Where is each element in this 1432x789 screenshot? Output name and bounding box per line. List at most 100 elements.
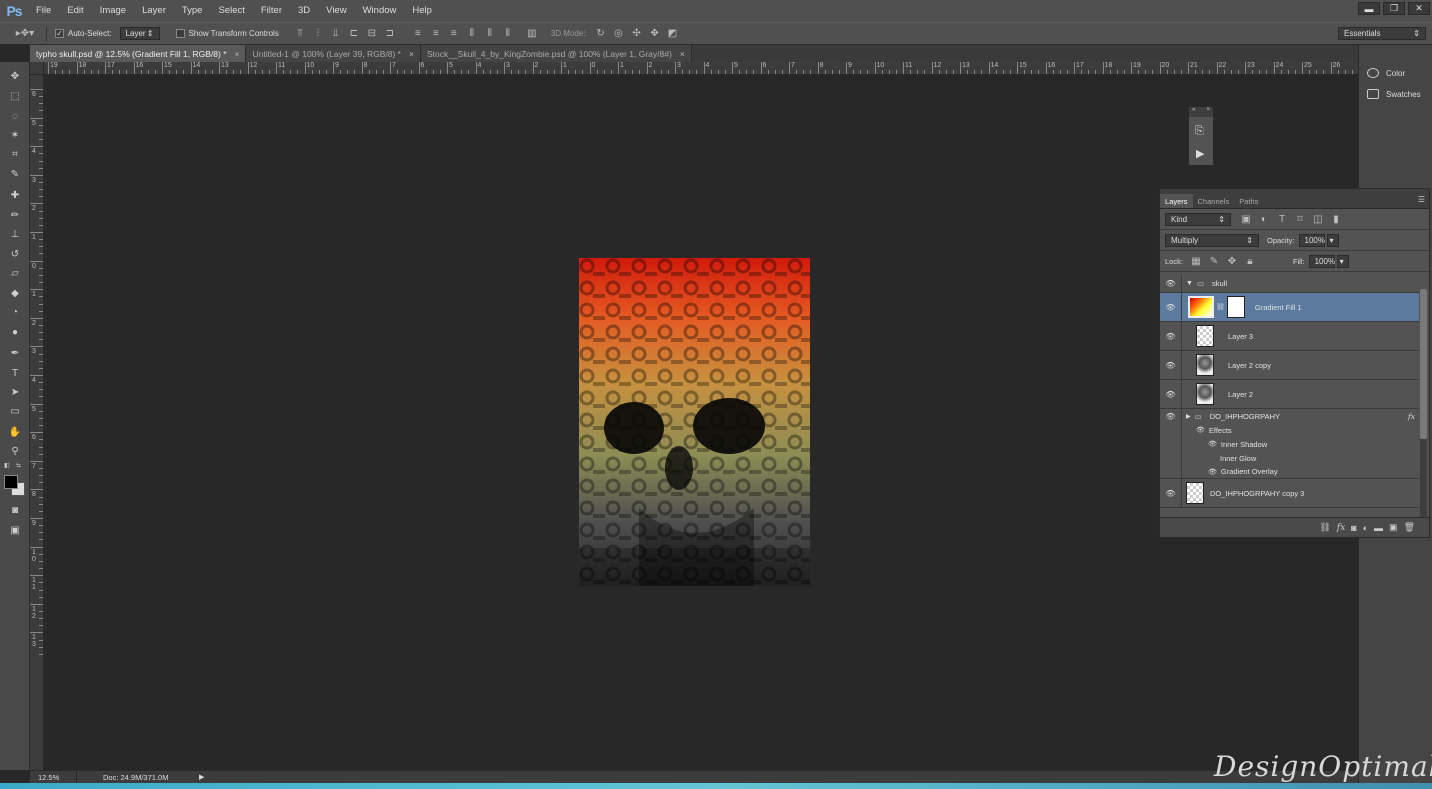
delete-layer-icon[interactable]: 🗑︎ [1404, 522, 1415, 533]
eraser-tool-icon[interactable]: ▱ [6, 265, 24, 281]
zoom-tool-icon[interactable]: ⚲ [6, 443, 24, 459]
distribute-hcenter-icon[interactable]: ⦀ [483, 28, 497, 40]
layer-row-skull[interactable]: 👁︎ ▼ ▭ skull [1160, 275, 1419, 293]
visibility-eye-icon[interactable]: 👁︎ [1160, 409, 1182, 423]
filter-smart-object-icon[interactable]: ◫ [1311, 213, 1325, 225]
tab-typho-skull[interactable]: typho skull.psd @ 12.5% (Gradient Fill 1… [30, 45, 247, 62]
restore-button[interactable]: ❐ [1383, 2, 1405, 15]
menu-help[interactable]: Help [404, 0, 440, 22]
visibility-eye-icon[interactable]: 👁︎ [1160, 293, 1182, 321]
distribute-left-icon[interactable]: ⦀ [465, 28, 479, 40]
add-mask-icon[interactable]: ◙ [1351, 523, 1356, 533]
3d-scale-icon[interactable]: ◩ [666, 28, 680, 40]
layer-row-gradient-fill-1[interactable]: 👁︎ ⛓︎ Gradient Fill 1 [1160, 293, 1419, 322]
filter-kind-dropdown[interactable]: Kind ⇕ [1165, 212, 1231, 226]
menu-edit[interactable]: Edit [59, 0, 91, 22]
collapse-icon[interactable]: » [1192, 107, 1195, 117]
align-vcenter-icon[interactable]: ⫶ [311, 28, 325, 40]
panel-menu-icon[interactable]: ☰ [1418, 195, 1425, 204]
brush-tool-icon[interactable]: ✏ [6, 207, 24, 223]
blur-tool-icon[interactable]: ◔ [6, 304, 24, 320]
workspace-dropdown[interactable]: Essentials ⇕ [1338, 27, 1426, 40]
3d-roll-icon[interactable]: ◎ [612, 28, 626, 40]
layer-row-layer-3[interactable]: 👁︎ Layer 3 [1160, 322, 1419, 351]
menu-3d[interactable]: 3D [290, 0, 318, 22]
zoom-level[interactable]: 12.5% [30, 773, 70, 782]
tab-untitled-1[interactable]: Untitled-1 @ 100% (Layer 39, RGB/8) * × [246, 45, 421, 62]
effect-gradient-overlay[interactable]: 👁︎ Gradient Overlay [1160, 465, 1419, 479]
auto-select-target-dropdown[interactable]: Layer ⇕ [119, 27, 160, 40]
menu-view[interactable]: View [318, 0, 354, 22]
visibility-eye-icon[interactable]: 👁︎ [1160, 351, 1182, 379]
blend-mode-dropdown[interactable]: Multiply ⇕ [1165, 233, 1259, 247]
distribute-vcenter-icon[interactable]: ≡ [429, 28, 443, 40]
show-transform-checkbox[interactable] [175, 29, 185, 38]
close-panel-icon[interactable]: × [1206, 107, 1210, 117]
type-tool-icon[interactable]: T [6, 365, 24, 381]
distribute-top-icon[interactable]: ≡ [411, 28, 425, 40]
align-bottom-icon[interactable]: ⫫ [329, 28, 343, 40]
distribute-right-icon[interactable]: ⦀ [501, 28, 515, 40]
close-tab-icon[interactable]: × [680, 49, 685, 59]
effects-eye-icon[interactable]: 👁︎ [1196, 426, 1205, 434]
visibility-eye-icon[interactable]: 👁︎ [1160, 479, 1182, 507]
fill-slider-arrow-icon[interactable]: ▾ [1336, 254, 1349, 268]
fill-input[interactable]: 100% [1308, 254, 1335, 268]
align-right-icon[interactable]: ⊐ [383, 28, 397, 40]
filter-type-icon[interactable]: T [1275, 213, 1289, 225]
tab-paths[interactable]: Paths [1234, 194, 1263, 208]
menu-window[interactable]: Window [355, 0, 405, 22]
swap-colors-icon[interactable]: ⇆ [16, 462, 26, 469]
lock-position-icon[interactable]: ✥ [1225, 255, 1239, 267]
screen-mode-icon[interactable]: ▣ [6, 522, 24, 538]
layer-row-do-ihphogrpahy-copy-3[interactable]: 👁︎ DO_IHPHOGRPAHY copy 3 [1160, 479, 1419, 508]
layer-row-layer-2-copy[interactable]: 👁︎ Layer 2 copy [1160, 351, 1419, 380]
pen-tool-icon[interactable]: ✒ [6, 345, 24, 361]
tab-stock-skull[interactable]: Stock__Skull_4_by_KingZombie.psd @ 100% … [420, 45, 692, 62]
menu-image[interactable]: Image [92, 0, 134, 22]
foreground-color-swatch[interactable] [4, 475, 18, 489]
history-icon[interactable]: ⎘ [1195, 125, 1204, 138]
auto-align-icon[interactable]: ▥ [525, 28, 539, 40]
menu-filter[interactable]: Filter [253, 0, 290, 22]
new-group-icon[interactable]: ▬ [1374, 523, 1383, 533]
crop-tool-icon[interactable]: ⌗ [6, 146, 24, 162]
scrollbar-thumb[interactable] [1420, 289, 1427, 439]
effect-inner-shadow[interactable]: 👁︎ Inner Shadow [1160, 437, 1419, 451]
expand-arrow-icon[interactable]: ▶ [1186, 413, 1191, 420]
swatches-panel-button[interactable]: Swatches [1367, 86, 1421, 102]
rectangle-tool-icon[interactable]: ▭ [6, 403, 24, 419]
new-layer-icon[interactable]: ▣ [1389, 522, 1398, 533]
eyedropper-tool-icon[interactable]: ✎ [6, 166, 24, 182]
filter-pixel-icon[interactable]: ▣ [1239, 213, 1253, 225]
lock-transparent-icon[interactable]: ▦ [1189, 255, 1203, 267]
path-selection-tool-icon[interactable]: ➤ [6, 384, 24, 400]
color-panel-button[interactable]: Color [1367, 65, 1405, 81]
move-tool-preset-icon[interactable]: ▸✥▾ [14, 28, 36, 40]
default-colors-icon[interactable]: ◧ [4, 462, 14, 469]
link-layers-icon[interactable]: ⛓︎ [1319, 522, 1330, 533]
align-left-icon[interactable]: ⊏ [347, 28, 361, 40]
new-adjustment-icon[interactable]: ◐ [1363, 523, 1368, 533]
link-chain-icon[interactable]: ⛓︎ [1216, 303, 1225, 311]
close-tab-icon[interactable]: × [409, 49, 414, 59]
distribute-bottom-icon[interactable]: ≡ [447, 28, 461, 40]
clone-stamp-tool-icon[interactable]: ⊥ [6, 226, 24, 242]
paint-bucket-tool-icon[interactable]: ◆ [6, 285, 24, 301]
visibility-eye-icon[interactable]: 👁︎ [1160, 275, 1182, 292]
effect-inner-glow[interactable]: Inner Glow [1160, 451, 1419, 465]
close-button[interactable]: ✕ [1408, 2, 1430, 15]
layer-row-layer-2[interactable]: 👁︎ Layer 2 [1160, 380, 1419, 409]
minimize-button[interactable]: ▬ [1358, 2, 1380, 15]
close-tab-icon[interactable]: × [235, 49, 240, 59]
layers-scrollbar[interactable] [1420, 289, 1427, 529]
move-tool-icon[interactable]: ✥ [6, 68, 24, 84]
align-hcenter-icon[interactable]: ⊟ [365, 28, 379, 40]
vertical-ruler[interactable]: 6 5 4 3 2 1 0 1 2 3 4 5 6 7 8 9 10 11 12 13 [30, 75, 44, 770]
3d-rotate-icon[interactable]: ↻ [594, 28, 608, 40]
lasso-tool-icon[interactable]: ◌ [6, 108, 24, 124]
visibility-eye-icon[interactable]: 👁︎ [1160, 322, 1182, 350]
ruler-origin[interactable] [30, 62, 44, 75]
layer-effects-fx-icon[interactable]: fx [1408, 412, 1415, 421]
tab-layers[interactable]: Layers [1160, 194, 1193, 208]
